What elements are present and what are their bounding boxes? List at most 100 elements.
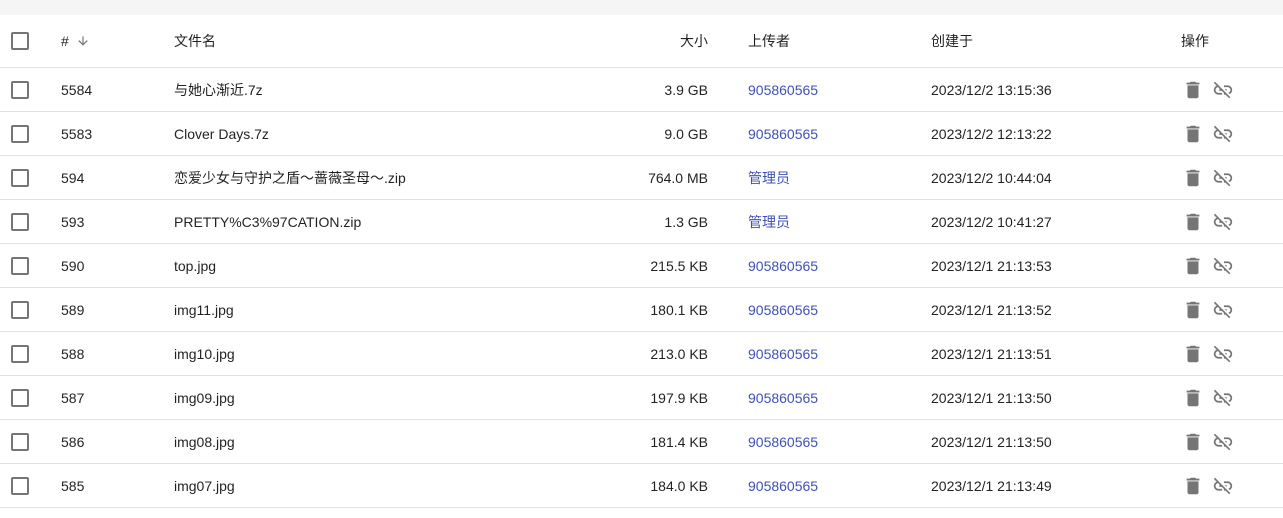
file-id: 593 [61, 213, 85, 230]
row-checkbox[interactable] [11, 80, 29, 99]
file-id: 5583 [61, 125, 93, 142]
row-checkbox[interactable] [11, 212, 29, 231]
header-created[interactable]: 创建于 [931, 15, 973, 67]
row-actions [1181, 376, 1235, 419]
file-name: 恋爱少女与守护之盾～蔷薇圣母～.zip [174, 169, 406, 186]
table-row: 585 img07.jpg 184.0 KB 905860565 2023/12… [0, 464, 1283, 508]
select-all-checkbox[interactable] [11, 32, 29, 50]
uploader-link[interactable]: 905860565 [748, 464, 818, 507]
row-checkbox[interactable] [11, 124, 29, 143]
file-size: 764.0 MB [648, 169, 708, 186]
delete-icon [1186, 257, 1200, 274]
file-size: 213.0 KB [650, 345, 708, 362]
row-checkbox[interactable] [11, 432, 29, 451]
created-time: 2023/12/1 21:13:50 [931, 389, 1052, 406]
link-off-icon [1213, 81, 1233, 98]
header-size[interactable]: 大小 [680, 15, 708, 67]
unlink-button[interactable] [1211, 166, 1235, 190]
unlink-button[interactable] [1211, 342, 1235, 366]
unlink-button[interactable] [1211, 474, 1235, 498]
row-checkbox[interactable] [11, 168, 29, 187]
delete-button[interactable] [1181, 474, 1205, 498]
row-actions [1181, 464, 1235, 507]
row-actions [1181, 288, 1235, 331]
row-select-cell [11, 420, 33, 463]
select-all-cell [11, 15, 33, 67]
link-off-icon [1213, 345, 1233, 362]
header-id[interactable]: # [61, 15, 90, 67]
header-uploader[interactable]: 上传者 [748, 15, 790, 67]
delete-button[interactable] [1181, 122, 1205, 146]
uploader-link[interactable]: 905860565 [748, 244, 818, 287]
table-header-row: # 文件名 大小 上传者 创建于 操作 [0, 15, 1283, 68]
unlink-button[interactable] [1211, 78, 1235, 102]
file-size: 181.4 KB [650, 433, 708, 450]
created-time: 2023/12/1 21:13:50 [931, 433, 1052, 450]
file-id: 594 [61, 169, 85, 186]
link-off-icon [1213, 477, 1233, 494]
table-row: 5583 Clover Days.7z 9.0 GB 905860565 202… [0, 112, 1283, 156]
unlink-button[interactable] [1211, 210, 1235, 234]
delete-icon [1186, 169, 1200, 186]
delete-button[interactable] [1181, 210, 1205, 234]
uploader-link[interactable]: 905860565 [748, 376, 818, 419]
row-actions [1181, 420, 1235, 463]
created-time: 2023/12/2 10:44:04 [931, 169, 1052, 186]
row-checkbox[interactable] [11, 388, 29, 407]
row-checkbox[interactable] [11, 256, 29, 275]
row-actions [1181, 244, 1235, 287]
delete-button[interactable] [1181, 298, 1205, 322]
uploader-link[interactable]: 905860565 [748, 332, 818, 375]
delete-button[interactable] [1181, 342, 1205, 366]
file-size: 1.3 GB [664, 213, 708, 230]
created-time: 2023/12/1 21:13:51 [931, 345, 1052, 362]
file-id: 588 [61, 345, 85, 362]
row-select-cell [11, 112, 33, 155]
row-select-cell [11, 288, 33, 331]
file-name: 与她心渐近.7z [174, 81, 263, 98]
file-table: # 文件名 大小 上传者 创建于 操作 5584 与她心渐近.7z 3.9 GB… [0, 15, 1283, 508]
file-id: 5584 [61, 81, 93, 98]
header-id-label: # [61, 33, 69, 49]
link-off-icon [1213, 257, 1233, 274]
file-size: 180.1 KB [650, 301, 708, 318]
row-select-cell [11, 244, 33, 287]
table-row: 587 img09.jpg 197.9 KB 905860565 2023/12… [0, 376, 1283, 420]
uploader-link[interactable]: 905860565 [748, 112, 818, 155]
row-checkbox[interactable] [11, 300, 29, 319]
row-actions [1181, 68, 1235, 111]
file-id: 585 [61, 477, 85, 494]
unlink-button[interactable] [1211, 430, 1235, 454]
link-off-icon [1213, 301, 1233, 318]
table-row: 586 img08.jpg 181.4 KB 905860565 2023/12… [0, 420, 1283, 464]
file-size: 3.9 GB [664, 81, 708, 98]
unlink-button[interactable] [1211, 298, 1235, 322]
unlink-button[interactable] [1211, 386, 1235, 410]
uploader-link[interactable]: 管理员 [748, 200, 790, 243]
file-name: img08.jpg [174, 433, 235, 450]
table-row: 5584 与她心渐近.7z 3.9 GB 905860565 2023/12/2… [0, 68, 1283, 112]
row-checkbox[interactable] [11, 344, 29, 363]
delete-button[interactable] [1181, 78, 1205, 102]
link-off-icon [1213, 213, 1233, 230]
unlink-button[interactable] [1211, 122, 1235, 146]
uploader-link[interactable]: 905860565 [748, 288, 818, 331]
file-id: 586 [61, 433, 85, 450]
uploader-link[interactable]: 905860565 [748, 68, 818, 111]
file-name: img09.jpg [174, 389, 235, 406]
header-name[interactable]: 文件名 [174, 15, 216, 67]
arrow-down-icon[interactable] [76, 34, 90, 48]
delete-button[interactable] [1181, 166, 1205, 190]
row-select-cell [11, 464, 33, 507]
delete-button[interactable] [1181, 430, 1205, 454]
row-checkbox[interactable] [11, 476, 29, 495]
row-select-cell [11, 156, 33, 199]
delete-button[interactable] [1181, 254, 1205, 278]
delete-button[interactable] [1181, 386, 1205, 410]
created-time: 2023/12/1 21:13:53 [931, 257, 1052, 274]
uploader-link[interactable]: 管理员 [748, 156, 790, 199]
row-select-cell [11, 68, 33, 111]
uploader-link[interactable]: 905860565 [748, 420, 818, 463]
unlink-button[interactable] [1211, 254, 1235, 278]
file-name: top.jpg [174, 257, 217, 274]
